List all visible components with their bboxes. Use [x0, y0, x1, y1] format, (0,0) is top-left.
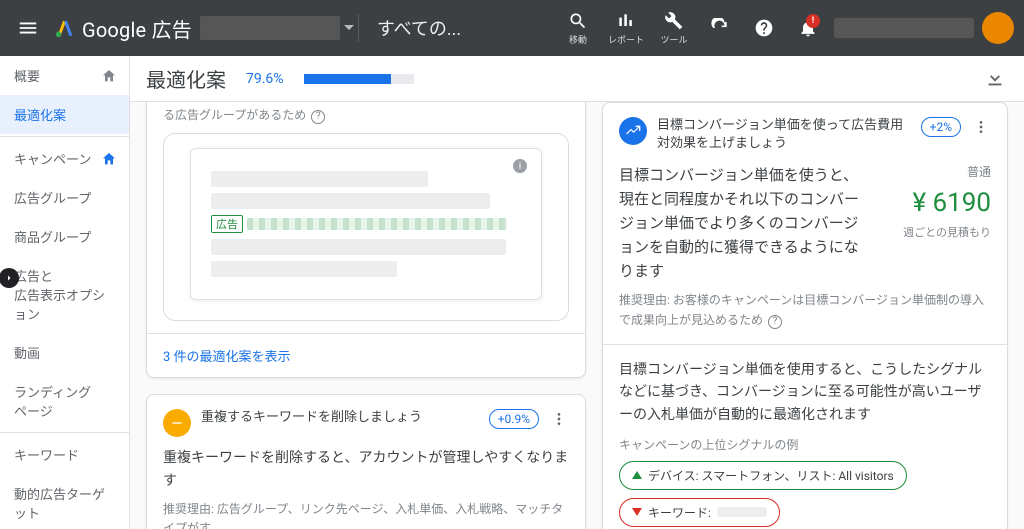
divider [358, 14, 359, 42]
nav-dsa[interactable]: 動的広告ターゲット [0, 474, 129, 529]
trend-icon [619, 117, 647, 145]
expand-nav-icon[interactable] [0, 268, 19, 288]
more-icon[interactable] [971, 117, 991, 137]
card-title: 重複するキーワードを削除しましょう [201, 409, 479, 427]
reports-icon[interactable]: レポート [606, 11, 646, 46]
help-icon[interactable]: ? [768, 315, 782, 329]
signal-chip-down: キーワード: [619, 498, 780, 527]
main-area: 最適化案 79.6% る広告グループがあるため ? i [130, 56, 1024, 529]
account-id [834, 18, 974, 38]
estimate-label: 普通 [881, 163, 991, 182]
scope-label[interactable]: すべての... [377, 15, 461, 41]
help-icon[interactable]: ? [311, 110, 325, 124]
score-uplift-badge[interactable]: +0.9% [489, 409, 539, 429]
google-ads-logo: Google 広告 [54, 14, 192, 43]
help-icon[interactable] [746, 10, 782, 46]
reason-text: 推奨理由: お客様のキャンペーンは目標コンバージョン単価制の導入で成果向上が見込… [619, 291, 991, 329]
left-nav: 概要 最適化案 キャンペーン 広告グループ 商品グループ 広告と 広告表示オプシ… [0, 56, 130, 529]
nav-ads-extensions[interactable]: 広告と 広告表示オプション [0, 256, 129, 333]
arrow-up-icon [632, 471, 642, 479]
score-uplift-badge[interactable]: +2% [921, 117, 961, 137]
estimate-value: ¥ 6190 [881, 183, 991, 225]
more-icon[interactable] [549, 409, 569, 429]
notification-badge: ! [806, 14, 820, 28]
search-icon[interactable]: 移動 [558, 11, 598, 46]
signals-label: キャンペーンの上位シグナルの例 [619, 436, 991, 453]
nav-landing-pages[interactable]: ランディング ページ [0, 372, 129, 430]
nav-productgroups[interactable]: 商品グループ [0, 217, 129, 256]
ad-preview: i 広告 [163, 133, 569, 321]
minus-icon [163, 409, 191, 437]
reason-text: 推奨理由: 広告グループ、リンク先ページ、入札単価、入札戦略、マッチタイプがす [163, 500, 569, 529]
top-app-bar: Google 広告 すべての... 移動 レポート ツール ! [0, 0, 1024, 56]
nav-videos[interactable]: 動画 [0, 333, 129, 372]
nav-overview[interactable]: 概要 [0, 56, 129, 95]
card-duplicate-keywords: 重複するキーワードを削除しましょう +0.9% 重複キーワードを削除すると、アカ… [146, 394, 586, 529]
hamburger-menu-icon[interactable] [10, 10, 46, 46]
score-progress [304, 74, 414, 84]
page-header: 最適化案 79.6% [130, 56, 1024, 102]
nav-recommendations[interactable]: 最適化案 [0, 95, 129, 134]
product-name: Google 広告 [82, 14, 192, 43]
tools-icon[interactable]: ツール [654, 11, 694, 46]
estimate-note: 週ごとの見積もり [881, 224, 991, 242]
optimization-score: 79.6% [246, 71, 284, 87]
card-description: 目標コンバージョン単価を使うと、現在と同程度かそれ以下のコンバージョン単価でより… [619, 163, 867, 283]
download-icon[interactable] [984, 67, 1008, 91]
show-recommendations-link[interactable]: 3 件の最適化案を表示 [147, 333, 585, 377]
signal-chip-up: デバイス: スマートフォン、リスト: All visitors [619, 461, 907, 490]
account-selector[interactable] [200, 16, 340, 40]
info-icon[interactable]: i [513, 159, 527, 173]
card-explain: 目標コンバージョン単価を使用すると、こうしたシグナルなどに基づき、コンバージョン… [619, 359, 991, 426]
arrow-down-icon [632, 508, 642, 516]
signal-chips: デバイス: スマートフォン、リスト: All visitors キーワード: デ… [619, 461, 991, 529]
google-ads-icon [54, 17, 76, 39]
card-target-cpa: 目標コンバージョン単価を使って広告費用対効果を上げましょう +2% 目標コンバー… [602, 102, 1008, 529]
nav-campaigns[interactable]: キャンペーン [0, 139, 129, 178]
card-body: 重複キーワードを削除すると、アカウントが管理しやすくなります [163, 447, 569, 492]
card-ad-preview: る広告グループがあるため ? i 広告 [146, 102, 586, 378]
notifications-icon[interactable]: ! [790, 10, 826, 46]
avatar[interactable] [982, 12, 1014, 44]
nav-keywords[interactable]: キーワード [0, 435, 129, 474]
nav-adgroups[interactable]: 広告グループ [0, 178, 129, 217]
page-title: 最適化案 [146, 64, 226, 93]
ad-badge: 広告 [211, 215, 243, 233]
home-icon [101, 151, 117, 167]
reason-text: る広告グループがあるため ? [163, 106, 569, 125]
home-icon [101, 68, 117, 84]
card-title: 目標コンバージョン単価を使って広告費用対効果を上げましょう [657, 117, 911, 153]
refresh-icon[interactable] [702, 10, 738, 46]
